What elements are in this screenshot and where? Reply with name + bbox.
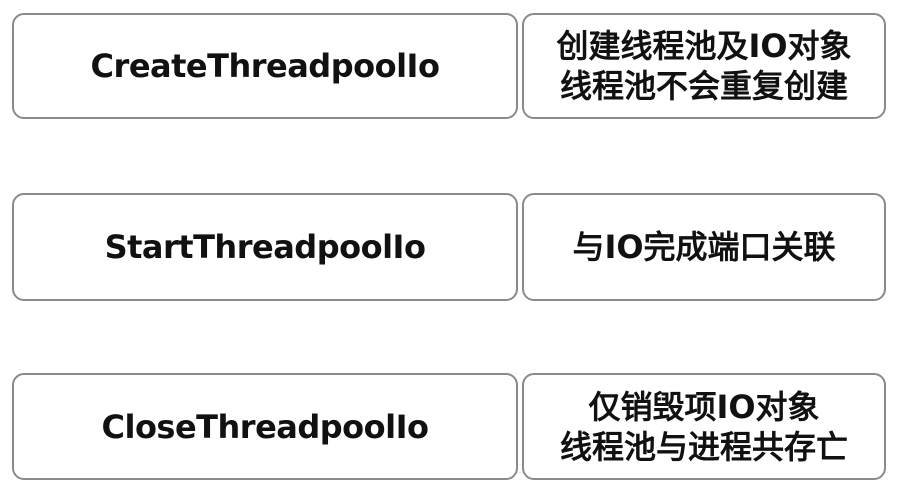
description-box: 与IO完成端口关联 <box>522 193 886 301</box>
function-name: StartThreadpoolIo <box>104 228 426 266</box>
description-line: 与IO完成端口关联 <box>572 228 836 266</box>
api-row-create: CreateThreadpoolIo 创建线程池及IO对象 线程池不会重复创建 <box>12 13 886 119</box>
description-line: 线程池与进程共存亡 <box>559 427 848 466</box>
function-name: CloseThreadpoolIo <box>101 407 429 446</box>
api-row-close: CloseThreadpoolIo 仅销毁项IO对象 线程池与进程共存亡 <box>12 373 886 480</box>
description-box: 创建线程池及IO对象 线程池不会重复创建 <box>522 13 886 119</box>
function-name-box: StartThreadpoolIo <box>12 193 518 301</box>
description-line: 创建线程池及IO对象 <box>556 27 852 65</box>
description-line: 线程池不会重复创建 <box>559 67 848 105</box>
description-box: 仅销毁项IO对象 线程池与进程共存亡 <box>522 373 886 480</box>
function-name: CreateThreadpoolIo <box>90 47 440 85</box>
description-line: 仅销毁项IO对象 <box>588 387 820 426</box>
api-row-start: StartThreadpoolIo 与IO完成端口关联 <box>12 193 886 301</box>
function-name-box: CreateThreadpoolIo <box>12 13 518 119</box>
function-name-box: CloseThreadpoolIo <box>12 373 518 480</box>
